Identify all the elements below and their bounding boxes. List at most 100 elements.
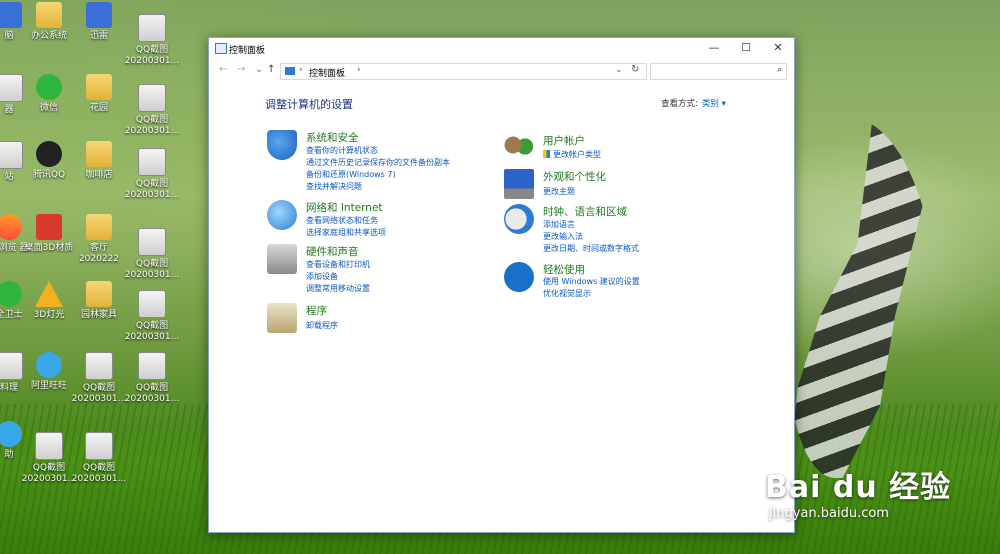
desktop-icon-image xyxy=(86,2,112,28)
desktop-icon[interactable]: QQ截图 20200301... xyxy=(123,14,181,67)
desktop-icon[interactable]: 客厅 2020222 xyxy=(70,214,128,265)
desktop-icon-image xyxy=(35,281,63,307)
desktop-icon[interactable]: QQ截图 20200301... xyxy=(70,352,128,405)
desktop-icon[interactable]: 咖啡店 xyxy=(70,141,128,181)
desktop-icon-image xyxy=(36,141,62,167)
clock-globe-icon[interactable] xyxy=(504,204,534,234)
view-by: 查看方式: 类别 ▾ xyxy=(661,97,726,109)
desktop-icon-image xyxy=(85,432,113,460)
desktop-icon-image xyxy=(0,2,22,28)
category-link[interactable]: 添加设备 xyxy=(306,271,338,282)
category-link[interactable]: 更改输入法 xyxy=(543,231,583,242)
category-title[interactable]: 用户帐户 xyxy=(543,133,585,148)
category-link[interactable]: 查看网络状态和任务 xyxy=(306,215,378,226)
desktop-icon-image xyxy=(36,214,62,240)
monitor-palette-icon[interactable] xyxy=(504,169,534,199)
desktop-icon-image xyxy=(138,148,166,176)
category-link[interactable]: 通过文件历史记录保存你的文件备份副本 xyxy=(306,157,450,168)
recent-locations-dropdown[interactable]: ⌄ xyxy=(255,64,263,75)
desktop-icon-image xyxy=(0,421,22,447)
desktop-icon-label: QQ截图 20200301... xyxy=(124,383,180,404)
desktop-icon-image xyxy=(0,281,22,307)
up-button[interactable]: ↑ xyxy=(267,64,275,75)
desktop-icon-image xyxy=(35,432,63,460)
desktop-icon[interactable]: QQ截图 20200301... xyxy=(123,84,181,137)
desktop-icon-label: QQ截图 20200301... xyxy=(124,45,180,66)
view-by-dropdown[interactable]: 类别 ▾ xyxy=(702,99,726,109)
back-button[interactable]: ← xyxy=(219,64,227,75)
category-link[interactable]: 选择家庭组和共享选项 xyxy=(306,227,386,238)
category-link-text[interactable]: 更改帐户类型 xyxy=(553,150,601,159)
category-title[interactable]: 轻松使用 xyxy=(543,262,585,277)
breadcrumb-control-panel[interactable]: 控制面板 xyxy=(309,66,345,79)
category-title[interactable]: 外观和个性化 xyxy=(543,169,606,184)
search-input[interactable]: ⌕ xyxy=(650,63,787,80)
control-panel-icon xyxy=(215,43,227,54)
category-link[interactable]: 查看设备和打印机 xyxy=(306,259,370,270)
desktop-icon-image xyxy=(138,84,166,112)
maximize-button[interactable]: ☐ xyxy=(730,38,762,60)
category-link[interactable]: 使用 Windows 建议的设置 xyxy=(543,276,640,287)
category-link[interactable]: 更改帐户类型 xyxy=(543,149,601,160)
desktop-icon[interactable]: 迅雷 xyxy=(70,2,128,42)
desktop-icon-image xyxy=(36,352,62,378)
address-bar[interactable]: › 控制面板 › ⌄ ↻ xyxy=(280,63,647,80)
category-link[interactable]: 备份和还原(Windows 7) xyxy=(306,169,396,180)
category-title[interactable]: 硬件和声音 xyxy=(306,244,359,259)
category-link[interactable]: 查看你的计算机状态 xyxy=(306,145,378,156)
shield-icon[interactable] xyxy=(267,130,297,160)
desktop-icon-label: QQ截图 20200301... xyxy=(124,259,180,280)
desktop-icon-image xyxy=(138,14,166,42)
minimize-button[interactable]: — xyxy=(698,38,730,60)
desktop-icon-image xyxy=(138,228,166,256)
desktop-icon-image xyxy=(86,141,112,167)
desktop-icon[interactable]: QQ截图 20200301... xyxy=(123,352,181,405)
globe-network-icon[interactable] xyxy=(267,200,297,230)
desktop-icon-image xyxy=(36,74,62,100)
category-link[interactable]: 调整常用移动设置 xyxy=(306,283,370,294)
breadcrumb-separator: › xyxy=(299,65,303,75)
category-title[interactable]: 程序 xyxy=(306,303,327,318)
search-icon[interactable]: ⌕ xyxy=(777,65,782,75)
ease-of-access-icon[interactable] xyxy=(504,262,534,292)
desktop-icon-image xyxy=(86,214,112,240)
title-bar[interactable]: 控制面板 — ☐ ✕ xyxy=(209,38,794,60)
desktop-icon-image xyxy=(86,74,112,100)
desktop-icon-label: 园林家具 xyxy=(80,310,117,320)
desktop-icon[interactable]: QQ截图 20200301... xyxy=(123,148,181,201)
category-title[interactable]: 时钟、语言和区域 xyxy=(543,204,627,219)
users-icon[interactable] xyxy=(504,133,534,163)
address-dropdown[interactable]: ⌄ xyxy=(615,65,623,75)
watermark-url: jingyan.baidu.com xyxy=(769,506,889,521)
breadcrumb-separator[interactable]: › xyxy=(357,65,361,75)
category-title[interactable]: 网络和 Internet xyxy=(306,200,383,215)
category-link[interactable]: 查找并解决问题 xyxy=(306,181,362,192)
printer-icon[interactable] xyxy=(267,244,297,274)
uac-shield-icon xyxy=(543,150,550,158)
category-link[interactable]: 更改主题 xyxy=(543,186,575,197)
desktop-icon[interactable]: QQ截图 20200301... xyxy=(123,228,181,281)
desktop-icon[interactable]: QQ截图 20200301... xyxy=(123,290,181,343)
desktop-icon-label: 咖啡店 xyxy=(85,170,113,180)
desktop-icon-image xyxy=(138,290,166,318)
category-title[interactable]: 系统和安全 xyxy=(306,130,359,145)
desktop-icon-label: 花园 xyxy=(89,103,108,113)
window-title: 控制面板 xyxy=(229,46,266,56)
refresh-icon[interactable]: ↻ xyxy=(631,64,639,75)
desktop-icon[interactable]: 园林家具 xyxy=(70,281,128,321)
desktop-icon-image xyxy=(138,352,166,380)
close-button[interactable]: ✕ xyxy=(762,38,794,60)
desktop-icon[interactable]: QQ截图 20200301... xyxy=(70,432,128,485)
programs-icon[interactable] xyxy=(267,303,297,333)
desktop-icon[interactable]: 花园 xyxy=(70,74,128,114)
forward-button[interactable]: → xyxy=(237,64,245,75)
watermark-brand: Bai du 经验 xyxy=(765,470,952,505)
category-link[interactable]: 卸载程序 xyxy=(306,320,338,331)
baidu-watermark: Bai du 经验 jingyan.baidu.com xyxy=(765,462,951,521)
control-panel-icon xyxy=(285,67,295,75)
category-link[interactable]: 更改日期、时间或数字格式 xyxy=(543,243,639,254)
category-link[interactable]: 添加语言 xyxy=(543,219,575,230)
desktop-icon-label: QQ截图 20200301... xyxy=(124,115,180,136)
category-link[interactable]: 优化视觉显示 xyxy=(543,288,591,299)
desktop-icon-image xyxy=(36,2,62,28)
